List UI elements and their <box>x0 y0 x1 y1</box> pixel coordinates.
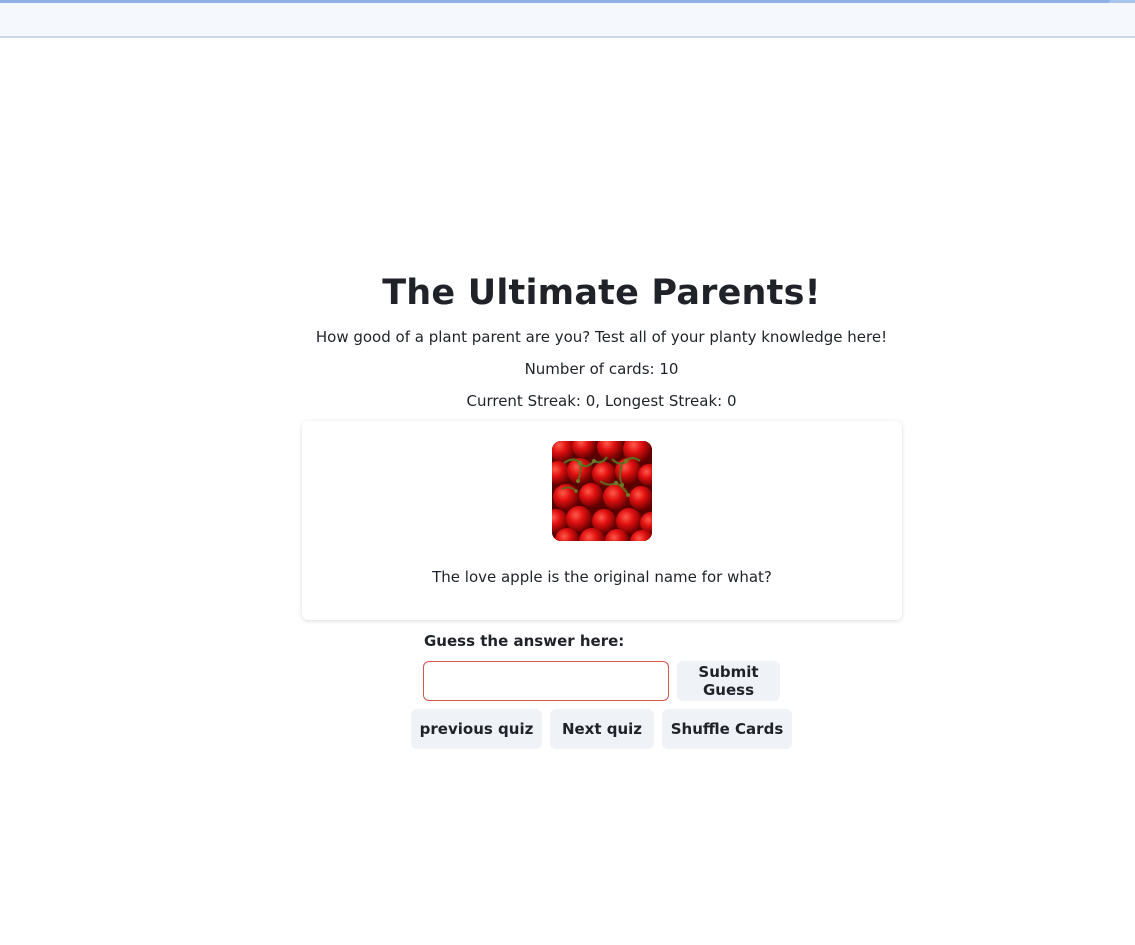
submit-guess-button[interactable]: Submit Guess <box>677 661 780 701</box>
streak-counter: Current Streak: 0, Longest Streak: 0 <box>466 392 737 410</box>
guess-label: Guess the answer here: <box>424 632 625 650</box>
next-quiz-button[interactable]: Next quiz <box>550 709 654 749</box>
guess-input[interactable] <box>423 661 669 701</box>
page-title: The Ultimate Parents! <box>382 273 821 313</box>
page-subtitle: How good of a plant parent are you? Test… <box>315 328 888 346</box>
flashcard[interactable]: The love apple is the original name for … <box>302 421 902 620</box>
previous-quiz-button[interactable]: previous quiz <box>411 709 542 749</box>
tomatoes-image <box>552 441 652 541</box>
quiz-app: The Ultimate Parents! How good of a plan… <box>0 0 1135 945</box>
card-count: Number of cards: 10 <box>524 360 679 378</box>
card-question: The love apple is the original name for … <box>432 568 772 586</box>
shuffle-cards-button[interactable]: Shuffle Cards <box>662 709 792 749</box>
